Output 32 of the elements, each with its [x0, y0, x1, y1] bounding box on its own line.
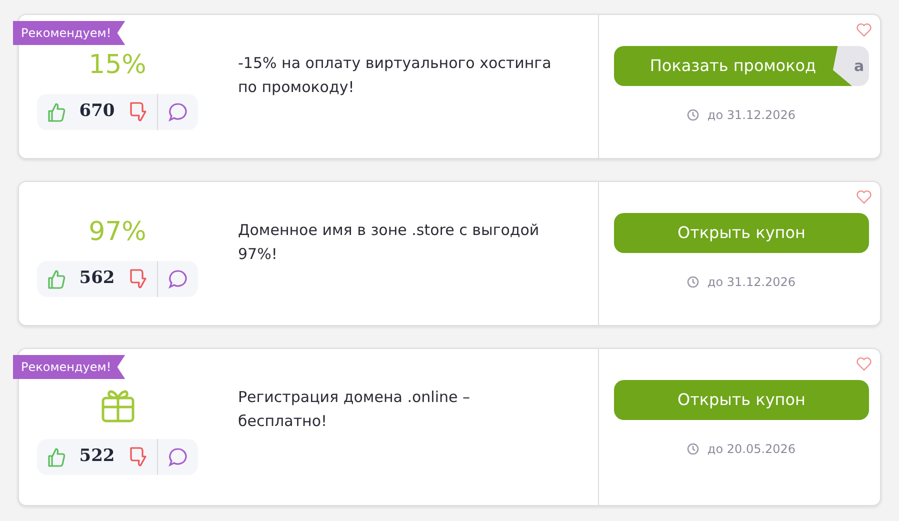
- comment-icon[interactable]: [168, 447, 188, 467]
- vote-count: 670: [79, 100, 115, 123]
- discount-value: 15%: [88, 52, 146, 78]
- discount-value: 97%: [88, 218, 146, 244]
- expiry-date: до 20.05.2026: [707, 441, 796, 458]
- vote-count: 562: [79, 266, 115, 290]
- heart-icon[interactable]: [856, 357, 872, 371]
- comment-icon[interactable]: [168, 268, 188, 288]
- thumbs-down-icon[interactable]: [128, 268, 147, 288]
- clock-icon: [687, 443, 700, 455]
- thumbs-up-icon[interactable]: [47, 268, 66, 288]
- offer-description: Доменное имя в зоне .store с выгодой 97%!: [238, 220, 540, 265]
- heart-icon[interactable]: [856, 190, 872, 204]
- expiry-date: до 31.12.2026: [707, 274, 796, 291]
- coupon-button[interactable]: Открыть купон: [614, 380, 869, 420]
- code-peek: a: [854, 56, 864, 77]
- offer-description: -15% на оплату виртуального хостинга по промокоду!: [238, 53, 552, 98]
- vote-count: 522: [79, 445, 115, 468]
- thumbs-down-icon[interactable]: [128, 447, 147, 467]
- thumbs-down-icon[interactable]: [128, 102, 147, 122]
- heart-icon[interactable]: [856, 23, 872, 37]
- thumbs-up-icon[interactable]: [47, 102, 66, 122]
- clock-icon: [687, 276, 700, 288]
- expiry-date: до 31.12.2026: [707, 107, 796, 124]
- promo-button[interactable]: Показать промокод: [614, 46, 852, 86]
- recommended-ribbon: Рекомендуем!: [13, 355, 126, 379]
- coupon-button[interactable]: Открыть купон: [614, 213, 869, 253]
- thumbs-up-icon[interactable]: [47, 447, 66, 467]
- recommended-ribbon: Рекомендуем!: [13, 21, 126, 45]
- clock-icon: [687, 109, 700, 121]
- comment-icon[interactable]: [168, 102, 188, 122]
- offer-description: Регистрация домена .online – бесплатно!: [238, 387, 472, 432]
